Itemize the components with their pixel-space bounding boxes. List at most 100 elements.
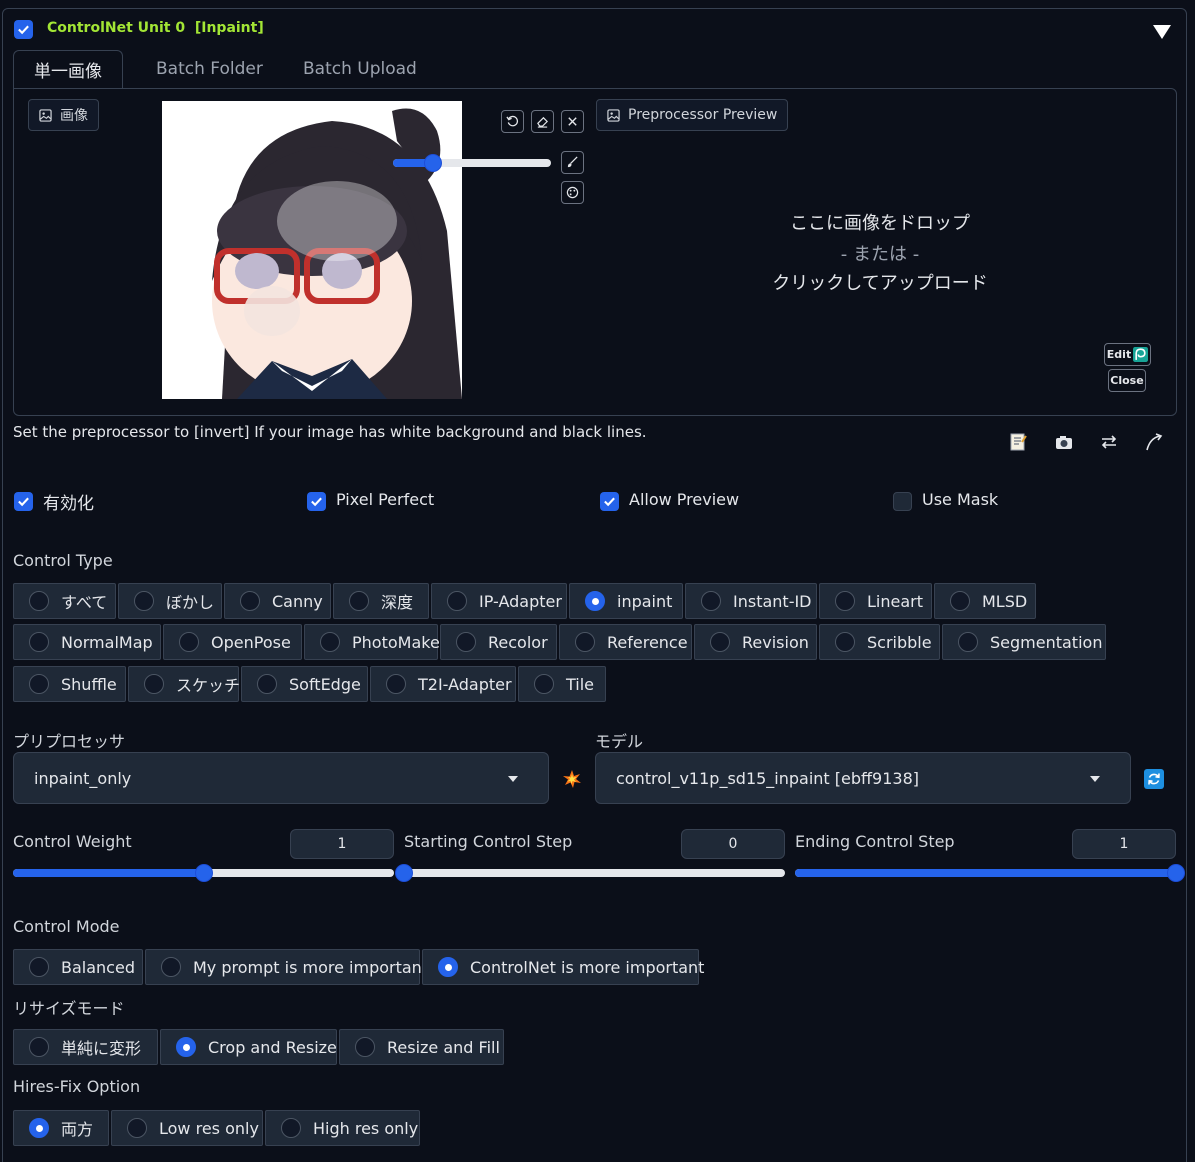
radio-circle[interactable] bbox=[29, 1118, 49, 1138]
radio-circle[interactable] bbox=[320, 632, 340, 652]
control-type-ip-adapter[interactable]: IP-Adapter bbox=[431, 583, 567, 619]
control-type-photomaker[interactable]: PhotoMaker bbox=[304, 624, 446, 660]
hires-fix-high-res-only[interactable]: High res only bbox=[265, 1110, 420, 1146]
starting-step-slider[interactable] bbox=[395, 864, 785, 882]
starting-step-input[interactable]: 0 bbox=[681, 829, 785, 859]
radio-circle[interactable] bbox=[575, 632, 595, 652]
ending-step-slider[interactable] bbox=[795, 864, 1185, 882]
collapse-triangle-icon[interactable] bbox=[1152, 24, 1172, 44]
radio-circle[interactable] bbox=[950, 591, 970, 611]
uploaded-image[interactable] bbox=[162, 101, 462, 399]
control-type-scribble[interactable]: Scribble bbox=[819, 624, 940, 660]
radio-circle[interactable] bbox=[281, 1118, 301, 1138]
radio-circle[interactable] bbox=[29, 957, 49, 977]
control-weight-input[interactable]: 1 bbox=[290, 829, 394, 859]
radio-circle[interactable] bbox=[355, 1037, 375, 1057]
preprocessor-dropdown[interactable]: inpaint_only bbox=[13, 752, 549, 804]
tab-batch-folder[interactable]: Batch Folder bbox=[136, 50, 283, 88]
control-mode-balanced[interactable]: Balanced bbox=[13, 949, 143, 985]
model-dropdown[interactable]: control_v11p_sd15_inpaint [ebff9138] bbox=[595, 752, 1131, 804]
control-type-tile[interactable]: Tile bbox=[518, 666, 606, 702]
control-type-instant-id[interactable]: Instant-ID bbox=[685, 583, 817, 619]
unit-enable-checkbox[interactable] bbox=[14, 20, 33, 39]
refresh-models-button[interactable] bbox=[1144, 769, 1164, 789]
resize-mode-item-0[interactable]: 単純に変形 bbox=[13, 1029, 158, 1065]
hires-fix-item-0[interactable]: 両方 bbox=[13, 1110, 109, 1146]
radio-circle[interactable] bbox=[240, 591, 260, 611]
radio-circle[interactable] bbox=[144, 674, 164, 694]
control-type-mlsd[interactable]: MLSD bbox=[934, 583, 1036, 619]
tab-batch-upload[interactable]: Batch Upload bbox=[283, 50, 437, 88]
radio-circle[interactable] bbox=[29, 1037, 49, 1057]
control-type-inpaint[interactable]: inpaint bbox=[569, 583, 683, 619]
resize-mode-resize-and-fill[interactable]: Resize and Fill bbox=[339, 1029, 504, 1065]
brush-button[interactable] bbox=[561, 151, 584, 174]
color-palette-button[interactable] bbox=[561, 181, 584, 204]
radio-circle[interactable] bbox=[179, 632, 199, 652]
radio-circle[interactable] bbox=[127, 1118, 147, 1138]
starting-step-thumb[interactable] bbox=[395, 864, 413, 882]
radio-circle[interactable] bbox=[835, 632, 855, 652]
clear-image-button[interactable] bbox=[561, 110, 584, 133]
radio-circle[interactable] bbox=[29, 591, 49, 611]
radio-circle[interactable] bbox=[257, 674, 277, 694]
control-type-segmentation[interactable]: Segmentation bbox=[942, 624, 1106, 660]
drop-zone-line1[interactable]: ここに画像をドロップ bbox=[680, 209, 1080, 235]
camera-icon[interactable] bbox=[1053, 431, 1075, 453]
run-preprocessor-icon[interactable] bbox=[561, 768, 583, 790]
notes-icon[interactable] bbox=[1007, 431, 1029, 453]
brush-size-slider[interactable] bbox=[393, 154, 551, 172]
ending-step-input[interactable]: 1 bbox=[1072, 829, 1176, 859]
control-type-revision[interactable]: Revision bbox=[694, 624, 817, 660]
radio-circle[interactable] bbox=[161, 957, 181, 977]
radio-circle[interactable] bbox=[835, 591, 855, 611]
radio-circle[interactable] bbox=[958, 632, 978, 652]
control-type-recolor[interactable]: Recolor bbox=[440, 624, 557, 660]
control-type-shuffle[interactable]: Shuffle bbox=[13, 666, 126, 702]
control-type-reference[interactable]: Reference bbox=[559, 624, 692, 660]
radio-circle[interactable] bbox=[349, 591, 369, 611]
ending-step-thumb[interactable] bbox=[1167, 864, 1185, 882]
pixel-perfect-checkbox[interactable] bbox=[307, 492, 326, 511]
control-type-item-3[interactable]: 深度 bbox=[333, 583, 429, 619]
edit-button[interactable]: Edit bbox=[1104, 343, 1151, 366]
control-type-softedge[interactable]: SoftEdge bbox=[241, 666, 368, 702]
use-mask-checkbox[interactable] bbox=[893, 492, 912, 511]
control-type-normalmap[interactable]: NormalMap bbox=[13, 624, 161, 660]
radio-circle[interactable] bbox=[29, 674, 49, 694]
radio-circle[interactable] bbox=[701, 591, 721, 611]
control-type-item-0[interactable]: すべて bbox=[13, 583, 116, 619]
close-preview-button[interactable]: Close bbox=[1108, 369, 1146, 392]
send-dimensions-icon[interactable] bbox=[1143, 431, 1165, 453]
tab-single-image[interactable]: 単一画像 bbox=[13, 50, 123, 88]
radio-circle[interactable] bbox=[534, 674, 554, 694]
radio-circle[interactable] bbox=[585, 591, 605, 611]
control-weight-slider[interactable] bbox=[13, 864, 394, 882]
undo-button[interactable] bbox=[501, 110, 524, 133]
control-mode-controlnet-is-more-important[interactable]: ControlNet is more important bbox=[422, 949, 704, 985]
control-type-t2i-adapter[interactable]: T2I-Adapter bbox=[370, 666, 516, 702]
drop-zone-line2[interactable]: クリックしてアップロード bbox=[680, 269, 1080, 295]
radio-circle[interactable] bbox=[134, 591, 154, 611]
eraser-button[interactable] bbox=[531, 110, 554, 133]
resize-mode-crop-and-resize[interactable]: Crop and Resize bbox=[160, 1029, 337, 1065]
swap-icon[interactable] bbox=[1098, 431, 1120, 453]
control-type-canny[interactable]: Canny bbox=[224, 583, 331, 619]
control-type-item-18[interactable]: スケッチ bbox=[128, 666, 240, 702]
control-weight-thumb[interactable] bbox=[195, 864, 213, 882]
radio-circle[interactable] bbox=[447, 591, 467, 611]
radio-circle[interactable] bbox=[710, 632, 730, 652]
allow-preview-checkbox[interactable] bbox=[600, 492, 619, 511]
radio-circle[interactable] bbox=[29, 632, 49, 652]
hires-fix-low-res-only[interactable]: Low res only bbox=[111, 1110, 263, 1146]
control-type-openpose[interactable]: OpenPose bbox=[163, 624, 302, 660]
control-type-item-1[interactable]: ぼかし bbox=[118, 583, 222, 619]
control-type-lineart[interactable]: Lineart bbox=[819, 583, 932, 619]
enable-checkbox[interactable] bbox=[14, 492, 33, 511]
radio-circle[interactable] bbox=[438, 957, 458, 977]
brush-size-thumb[interactable] bbox=[424, 154, 442, 172]
radio-circle[interactable] bbox=[456, 632, 476, 652]
control-mode-my-prompt-is-more-important[interactable]: My prompt is more important bbox=[145, 949, 428, 985]
radio-circle[interactable] bbox=[176, 1037, 196, 1057]
radio-circle[interactable] bbox=[386, 674, 406, 694]
